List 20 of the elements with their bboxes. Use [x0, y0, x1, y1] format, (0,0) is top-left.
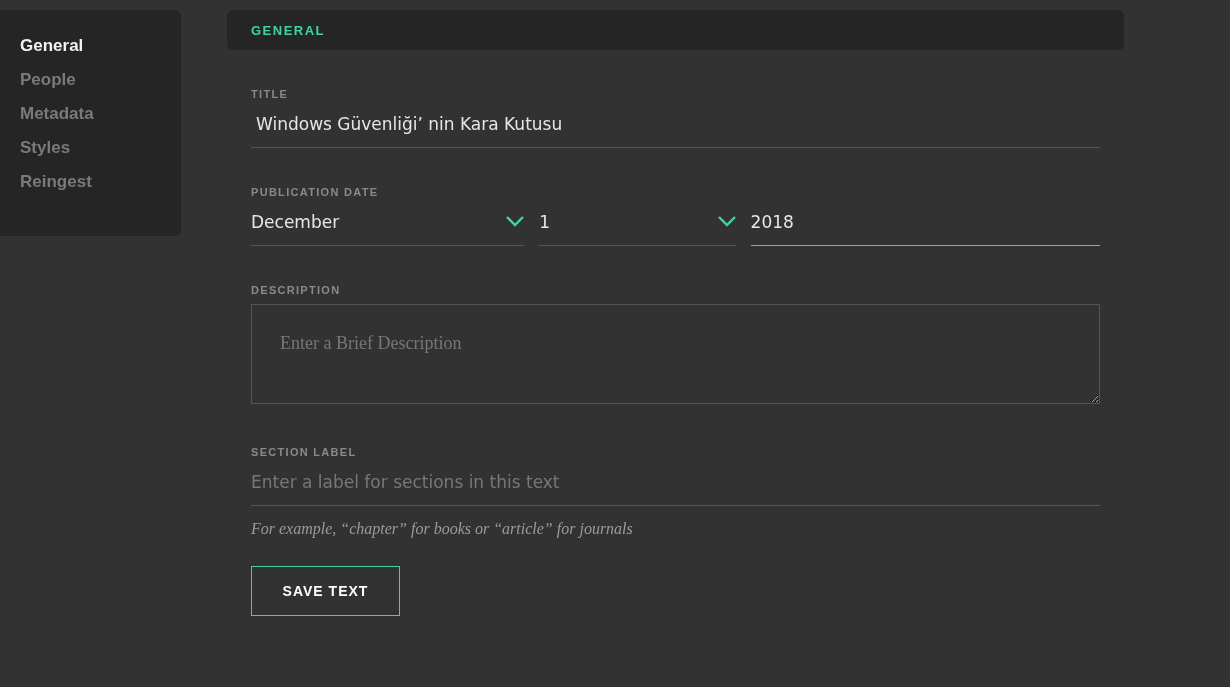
save-button[interactable]: SAVE TEXT [251, 566, 400, 616]
section-label-field[interactable]: Enter a label for sections in this text [251, 466, 1100, 506]
field-label: DESCRIPTION [251, 284, 342, 296]
sidebar-item[interactable]: Metadata [20, 102, 94, 126]
sidebar-item[interactable]: General [20, 34, 84, 58]
chevron-down-icon [717, 216, 736, 227]
hint-text: For example, “chapter” for books or “article” for journals [251, 520, 634, 538]
field-label: PUBLICATION DATE [251, 186, 380, 198]
year-field[interactable]: 2018 [750, 206, 1100, 246]
dropdown-field[interactable]: December [251, 206, 525, 246]
sidebar-item[interactable]: People [20, 68, 76, 92]
dropdown-field[interactable]: 1 [539, 206, 736, 246]
description-field[interactable]: Enter a Brief Description [251, 304, 1100, 404]
chevron-down-icon [506, 216, 525, 227]
sidebar-item[interactable]: Reingest [20, 170, 92, 194]
field-label: SECTION LABEL [251, 446, 358, 458]
sidebar-item[interactable]: Styles [20, 136, 71, 160]
field-label: TITLE [251, 88, 290, 100]
section-title: GENERAL [251, 22, 326, 38]
title-field[interactable]: Windows Güvenliği’ nin Kara Kutusu [251, 108, 1100, 148]
